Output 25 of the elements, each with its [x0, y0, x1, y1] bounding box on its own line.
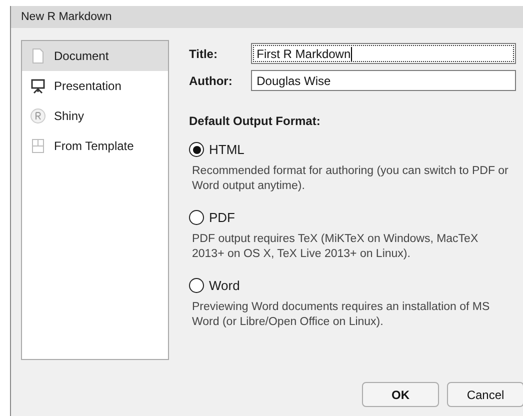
template-icon	[30, 138, 46, 154]
option-description: Recommended format for authoring (you can switch to PDF or Word output anytime).	[192, 164, 510, 194]
radio-button[interactable]	[189, 142, 204, 157]
text-field[interactable]: Douglas Wise	[250, 70, 516, 91]
option-description: PDF output requires TeX (MiKTeX on Windows, MacTeX 2013+ on OS X, TeX Live 2013+ on Linux).	[192, 232, 480, 262]
field-label: Title:	[189, 46, 218, 60]
template-list-item[interactable]: Shiny	[22, 101, 168, 131]
field-label: Author:	[189, 74, 234, 88]
radio-button[interactable]	[189, 278, 204, 293]
text-field[interactable]: First R Markdown	[250, 43, 516, 64]
radio-label[interactable]: PDF	[209, 210, 235, 225]
document-icon	[30, 48, 46, 64]
section-heading: Default Output Format:	[189, 114, 322, 128]
template-list-item[interactable]: Document	[22, 41, 168, 71]
radio-label[interactable]: HTML	[209, 142, 244, 157]
r-logo-icon	[30, 108, 46, 124]
window-title: New R Markdown	[21, 11, 112, 23]
ok-button[interactable]: OK	[362, 382, 439, 407]
template-list-item[interactable]: From Template	[22, 131, 168, 161]
template-list-item[interactable]: Presentation	[22, 71, 168, 101]
cancel-button[interactable]: Cancel	[447, 382, 523, 407]
radio-label[interactable]: Word	[209, 278, 240, 293]
radio-button[interactable]	[189, 210, 204, 225]
easel-icon	[30, 78, 46, 94]
option-description: Previewing Word documents requires an installation of MS Word (or Libre/Open Office on Linux).	[192, 300, 491, 330]
